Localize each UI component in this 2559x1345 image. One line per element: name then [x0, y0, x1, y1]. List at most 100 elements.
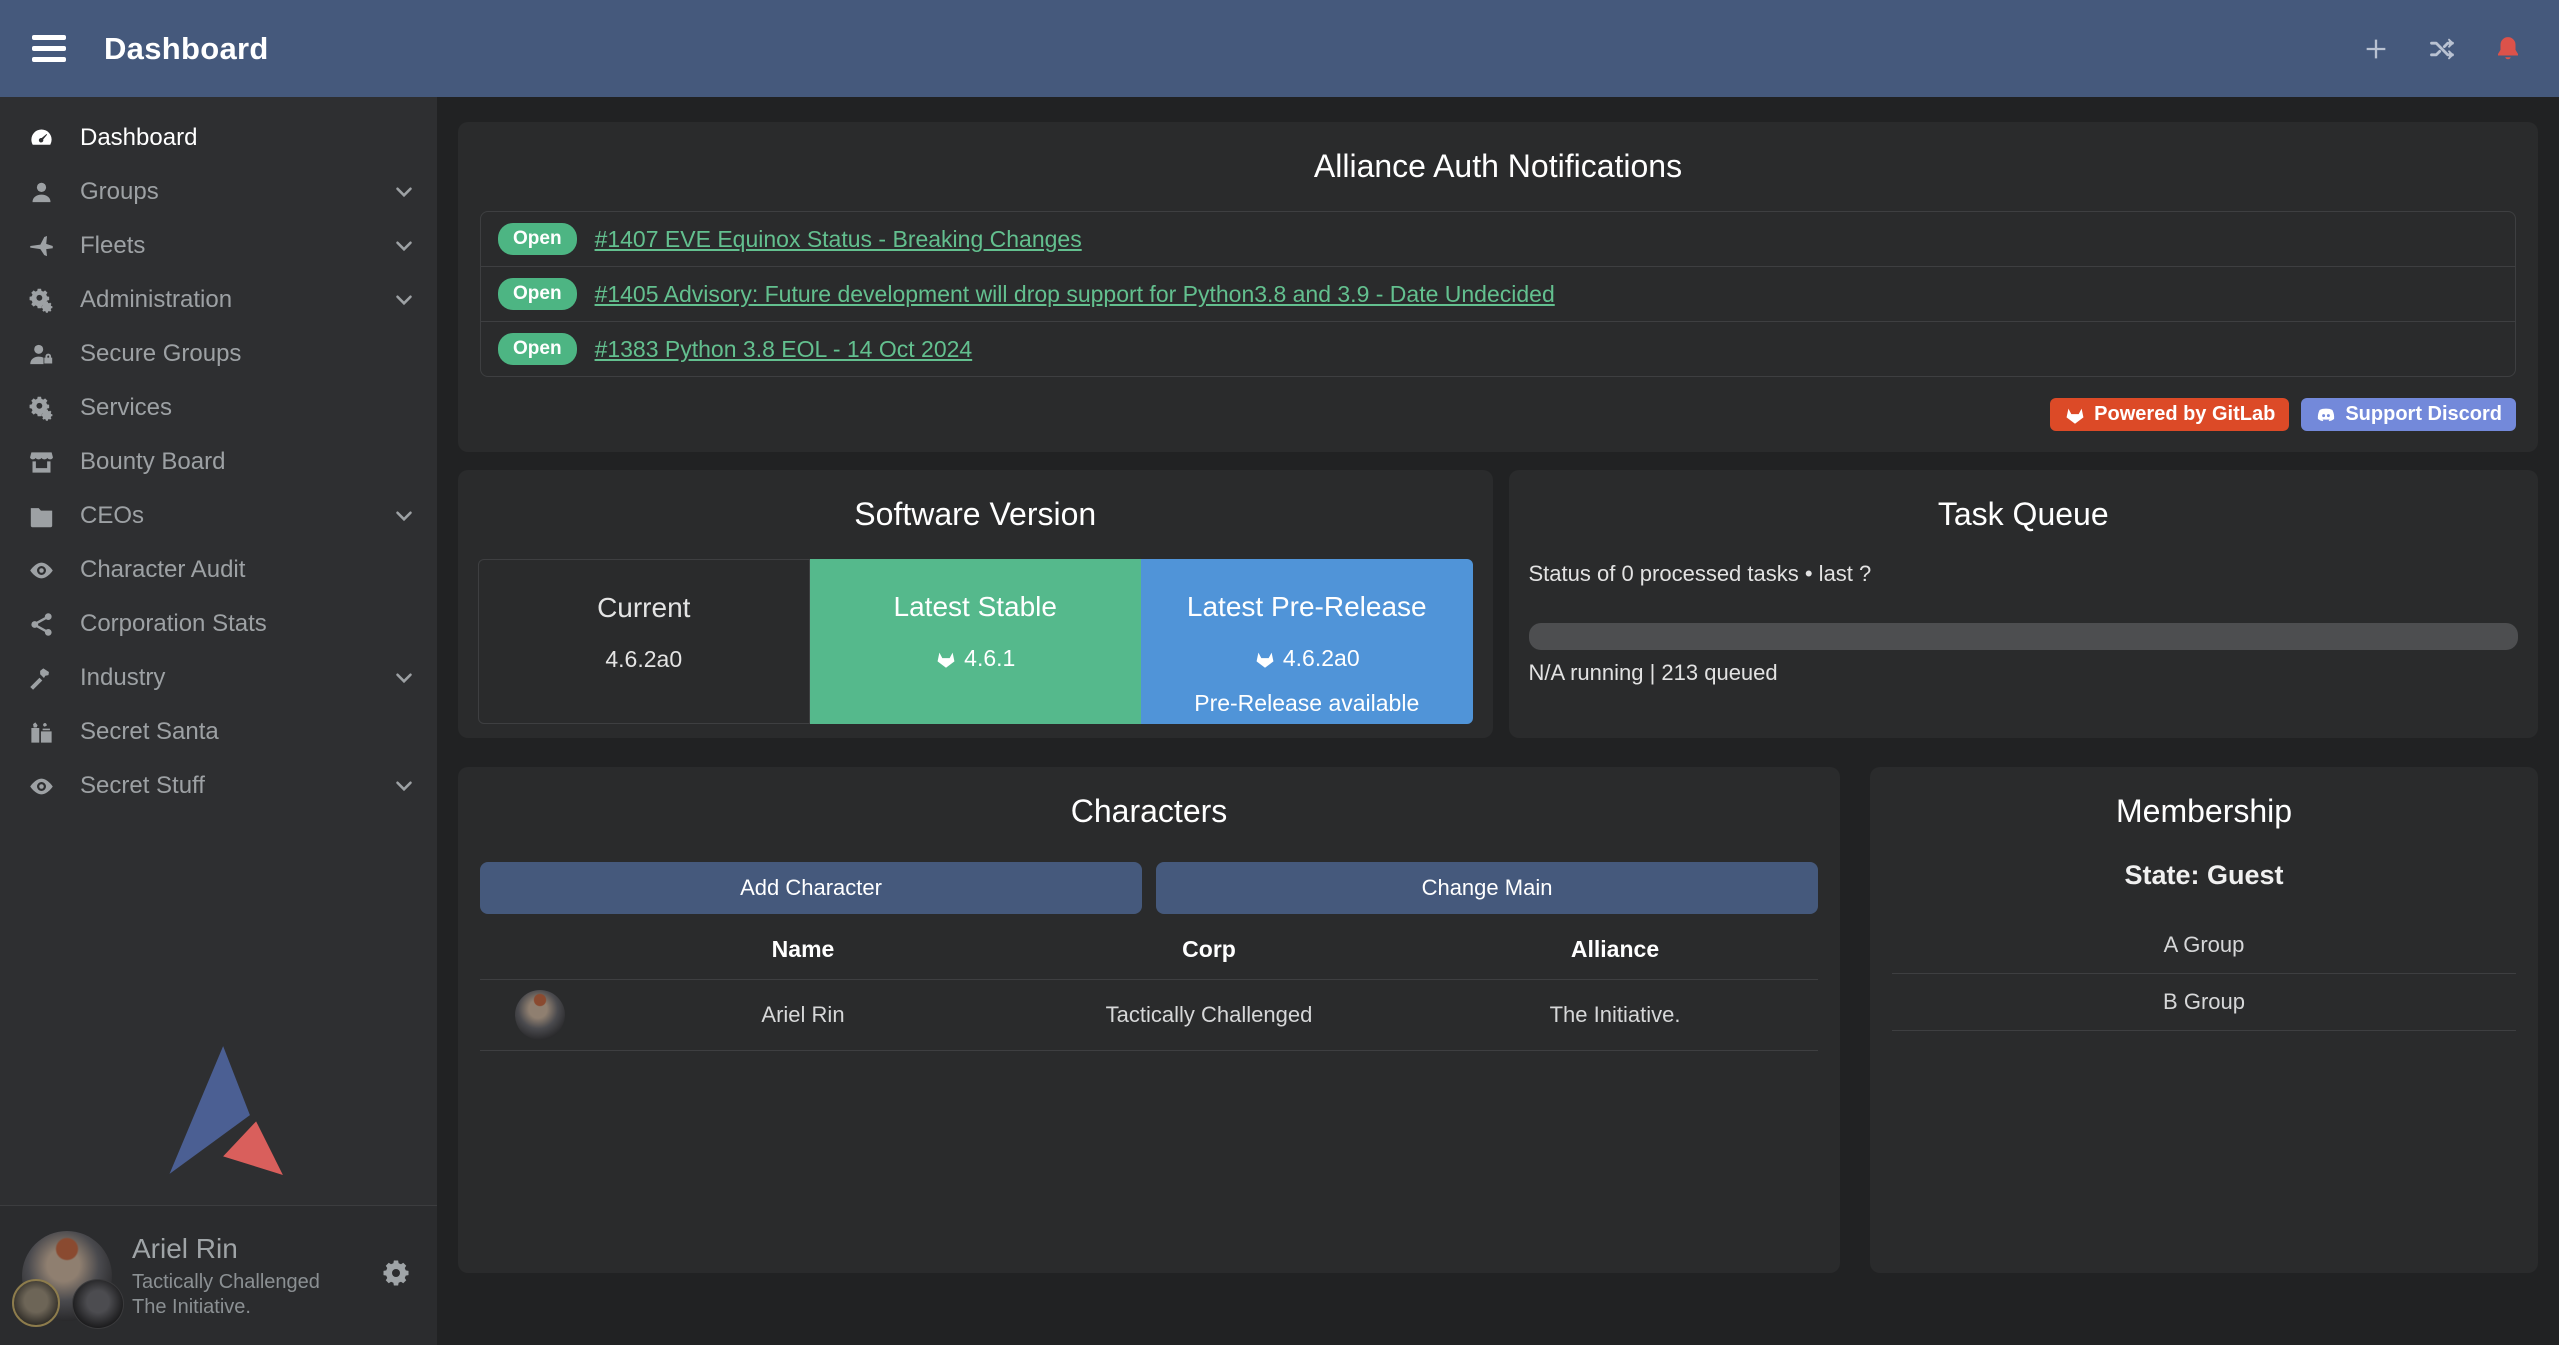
- membership-group-list: A Group B Group: [1892, 917, 2516, 1031]
- task-queue-status: Status of 0 processed tasks • last ?: [1529, 561, 2519, 587]
- list-item: B Group: [1892, 974, 2516, 1031]
- eye-icon: [24, 773, 58, 800]
- eye-icon: [24, 557, 58, 584]
- sidebar-item-administration[interactable]: Administration: [0, 273, 437, 327]
- sidebar-item-label: Character Audit: [80, 556, 417, 584]
- user-lock-icon: [24, 341, 58, 368]
- discord-badge-label: Support Discord: [2345, 403, 2502, 426]
- corp-logo-badge: [12, 1279, 60, 1327]
- sidebar-item-ceos[interactable]: CEOs: [0, 489, 437, 543]
- bell-icon[interactable]: [2493, 34, 2523, 64]
- jet-icon: [24, 233, 58, 260]
- column-header-alliance: Alliance: [1412, 914, 1818, 979]
- user-name: Ariel Rin: [132, 1231, 361, 1266]
- powered-by-gitlab-badge[interactable]: Powered by GitLab: [2050, 398, 2289, 431]
- sidebar-item-label: Industry: [80, 664, 369, 692]
- add-icon[interactable]: [2361, 34, 2391, 64]
- sidebar-item-label: Bounty Board: [80, 448, 417, 476]
- membership-state: State: Guest: [1870, 860, 2538, 891]
- notification-row: Open #1383 Python 3.8 EOL - 14 Oct 2024: [481, 321, 2515, 376]
- user-corp: Tactically Challenged: [132, 1270, 361, 1295]
- sidebar-item-label: CEOs: [80, 502, 369, 530]
- alliance-logo-badge: [72, 1279, 124, 1329]
- sidebar-item-secret-santa[interactable]: Secret Santa: [0, 705, 437, 759]
- sidebar: Dashboard Groups Fleets Administration S…: [0, 97, 437, 1345]
- hammer-icon: [24, 665, 58, 692]
- gitlab-icon: [935, 648, 957, 670]
- version-stable-label: Latest Stable: [810, 591, 1142, 623]
- folder-icon: [24, 503, 58, 530]
- gears-icon: [24, 395, 58, 422]
- notification-row: Open #1405 Advisory: Future development …: [481, 266, 2515, 321]
- sidebar-item-corporation-stats[interactable]: Corporation Stats: [0, 597, 437, 651]
- version-current-value: 4.6.2a0: [605, 646, 682, 673]
- characters-table: Name Corp Alliance Ariel Rin Tactically …: [480, 914, 1818, 1051]
- version-stable-value[interactable]: 4.6.1: [964, 645, 1015, 672]
- notifications-panel: Alliance Auth Notifications Open #1407 E…: [458, 122, 2538, 452]
- version-current-label: Current: [479, 592, 809, 624]
- task-queue-title: Task Queue: [1509, 470, 2539, 533]
- sidebar-item-label: Dashboard: [80, 124, 417, 152]
- characters-title: Characters: [458, 767, 1840, 830]
- software-version-panel: Software Version Current 4.6.2a0 Latest …: [458, 470, 1493, 738]
- chevron-down-icon: [391, 773, 417, 799]
- sidebar-item-character-audit[interactable]: Character Audit: [0, 543, 437, 597]
- page-title: Dashboard: [104, 31, 269, 67]
- sidebar-user-card: Ariel Rin Tactically Challenged The Init…: [0, 1205, 437, 1345]
- version-current-box: Current 4.6.2a0: [478, 559, 810, 724]
- table-row: Ariel Rin Tactically Challenged The Init…: [480, 979, 1818, 1051]
- hamburger-menu-icon[interactable]: [32, 35, 66, 62]
- chevron-down-icon: [391, 233, 417, 259]
- status-badge: Open: [498, 223, 577, 255]
- software-version-title: Software Version: [458, 470, 1493, 533]
- sidebar-item-label: Groups: [80, 178, 369, 206]
- gitlab-icon: [2064, 404, 2086, 426]
- sidebar-item-fleets[interactable]: Fleets: [0, 219, 437, 273]
- character-corp: Tactically Challenged: [1006, 1002, 1412, 1028]
- shuffle-icon[interactable]: [2427, 34, 2457, 64]
- sidebar-item-services[interactable]: Services: [0, 381, 437, 435]
- version-prerelease-label: Latest Pre-Release: [1141, 591, 1473, 623]
- status-badge: Open: [498, 333, 577, 365]
- sidebar-item-secure-groups[interactable]: Secure Groups: [0, 327, 437, 381]
- status-badge: Open: [498, 278, 577, 310]
- version-prerelease-value[interactable]: 4.6.2a0: [1283, 645, 1360, 672]
- gifts-icon: [24, 719, 58, 746]
- settings-gear-icon[interactable]: [381, 1258, 411, 1293]
- user-alliance: The Initiative.: [132, 1295, 361, 1320]
- sidebar-item-dashboard[interactable]: Dashboard: [0, 111, 437, 165]
- sidebar-item-label: Fleets: [80, 232, 369, 260]
- gauge-icon: [24, 125, 58, 152]
- sidebar-item-bounty-board[interactable]: Bounty Board: [0, 435, 437, 489]
- version-prerelease-note: Pre-Release available: [1141, 690, 1473, 717]
- notification-link[interactable]: #1407 EVE Equinox Status - Breaking Chan…: [595, 226, 1082, 253]
- discord-icon: [2315, 404, 2337, 426]
- add-character-button[interactable]: Add Character: [480, 862, 1142, 914]
- sidebar-item-groups[interactable]: Groups: [0, 165, 437, 219]
- main-content: Alliance Auth Notifications Open #1407 E…: [437, 97, 2559, 1345]
- chevron-down-icon: [391, 665, 417, 691]
- version-stable-box: Latest Stable 4.6.1: [810, 559, 1142, 724]
- share-icon: [24, 611, 58, 638]
- change-main-button[interactable]: Change Main: [1156, 862, 1818, 914]
- notifications-list: Open #1407 EVE Equinox Status - Breaking…: [480, 211, 2516, 377]
- task-queue-progress-bar: [1529, 623, 2519, 650]
- alliance-auth-logo: [0, 1043, 437, 1177]
- shop-icon: [24, 449, 58, 476]
- gitlab-badge-label: Powered by GitLab: [2094, 403, 2275, 426]
- task-queue-counts: N/A running | 213 queued: [1529, 660, 2519, 686]
- user-icon: [24, 179, 58, 206]
- sidebar-item-industry[interactable]: Industry: [0, 651, 437, 705]
- notification-link[interactable]: #1405 Advisory: Future development will …: [595, 281, 1555, 308]
- version-prerelease-box: Latest Pre-Release 4.6.2a0 Pre-Release a…: [1141, 559, 1473, 724]
- chevron-down-icon: [391, 287, 417, 313]
- sidebar-item-label: Services: [80, 394, 417, 422]
- chevron-down-icon: [391, 179, 417, 205]
- notification-link[interactable]: #1383 Python 3.8 EOL - 14 Oct 2024: [595, 336, 973, 363]
- task-queue-panel: Task Queue Status of 0 processed tasks •…: [1509, 470, 2539, 738]
- sidebar-item-label: Secret Santa: [80, 718, 417, 746]
- sidebar-item-secret-stuff[interactable]: Secret Stuff: [0, 759, 437, 813]
- chevron-down-icon: [391, 503, 417, 529]
- character-portrait: [515, 990, 565, 1040]
- support-discord-badge[interactable]: Support Discord: [2301, 398, 2516, 431]
